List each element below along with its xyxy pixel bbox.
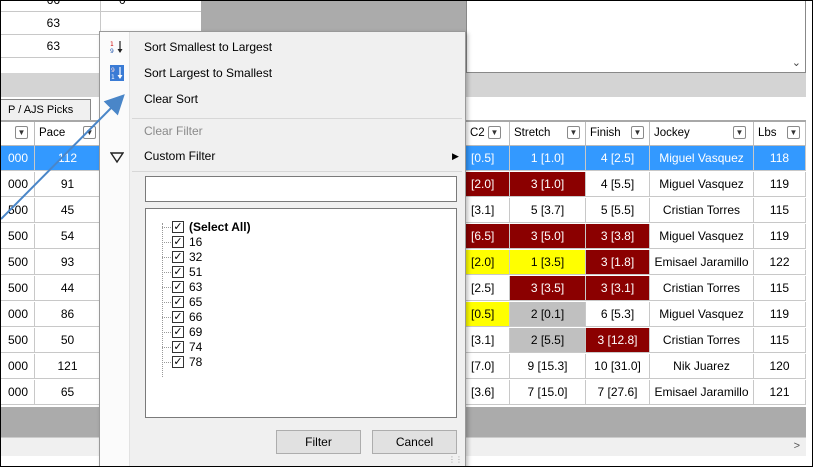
app-window: 66 0 63 63 ⌄ P / AJS Picks ▼ Pace ▼ C2 ▼: [0, 0, 813, 467]
callout-arrow: [1, 94, 125, 220]
